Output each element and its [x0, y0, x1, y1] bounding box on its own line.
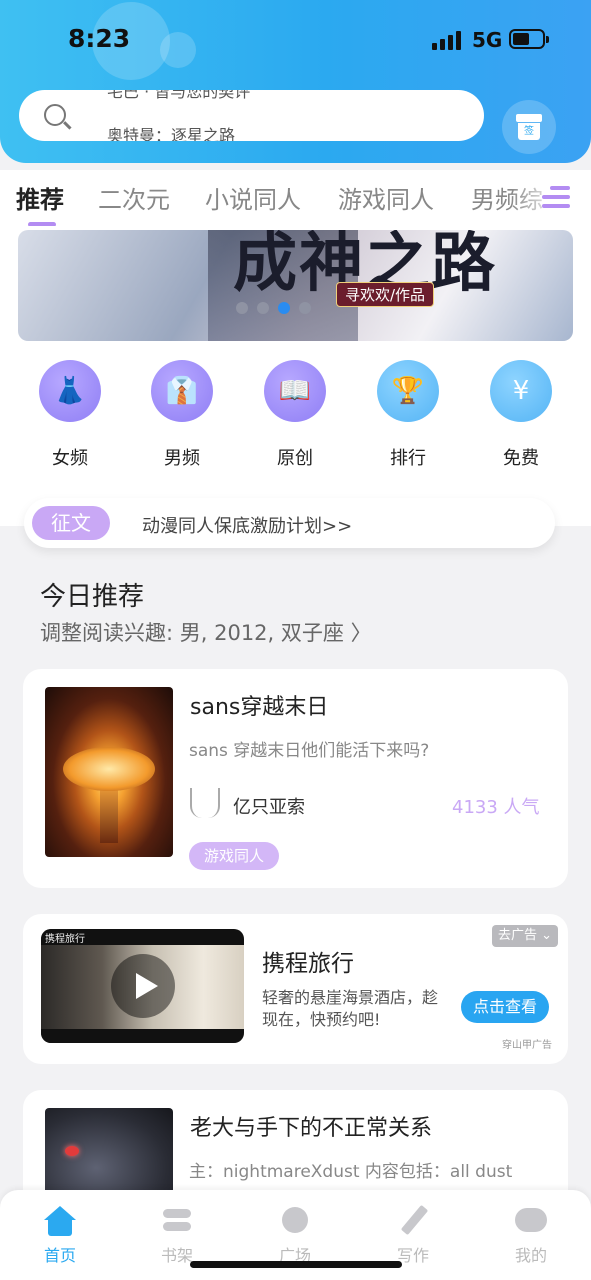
book-title: 老大与手下的不正常关系	[190, 1116, 433, 1141]
search-icon	[44, 104, 66, 126]
home-icon	[43, 1206, 77, 1236]
book-description: sans 穿越末日他们能活下来吗?	[189, 741, 430, 761]
book-title: sans穿越末日	[190, 695, 329, 720]
sign-in-gift-button[interactable]: 签	[502, 100, 556, 154]
notice-text: 动漫同人保底激励计划>>	[142, 516, 353, 537]
play-icon[interactable]	[111, 954, 175, 1018]
gift-label: 签	[518, 123, 540, 140]
signal-icon	[432, 30, 464, 50]
quick-nav-free[interactable]: ¥ 免费	[490, 360, 554, 470]
section-title: 今日推荐	[40, 582, 145, 612]
quick-nav-label: 排行	[390, 448, 426, 469]
ad-title: 携程旅行	[262, 951, 354, 977]
banner-author: 寻欢欢/作品	[336, 282, 435, 307]
ad-description: 轻奢的悬崖海景酒店，趁现在，快预约吧!	[262, 988, 439, 1029]
menu-icon[interactable]	[542, 186, 570, 210]
notice-tag: 征文	[32, 506, 110, 540]
search-bar[interactable]: 宅巴 · 皆与您的契评 奥特曼：逐星之路	[19, 90, 484, 141]
ad-cta-button[interactable]: 点击查看	[461, 991, 549, 1023]
tab-anime[interactable]: 二次元	[98, 180, 170, 215]
author-name: 亿只亚索	[233, 797, 305, 818]
quick-nav-label: 原创	[277, 448, 313, 469]
reading-interest-link[interactable]: 调整阅读兴趣: 男, 2012, 双子座 〉	[40, 617, 372, 647]
ad-brand: 携程旅行	[45, 934, 85, 945]
nav-home[interactable]: 首页	[30, 1206, 90, 1266]
genre-tag[interactable]: 游戏同人	[189, 842, 279, 870]
nav-bookshelf[interactable]: 书架	[147, 1206, 207, 1266]
chat-icon	[514, 1206, 548, 1236]
quick-nav-ranking[interactable]: 🏆 排行	[377, 360, 441, 470]
author-avatar	[190, 788, 220, 818]
nav-profile[interactable]: 我的	[501, 1206, 561, 1266]
tab-game-fanfic[interactable]: 游戏同人	[338, 180, 434, 215]
bookshelf-icon	[160, 1206, 194, 1236]
gift-icon: 签	[516, 110, 542, 140]
book-cover	[45, 687, 173, 857]
quick-nav-label: 男频	[164, 448, 200, 469]
search-suggestion: 宅巴 · 皆与您的契评	[107, 90, 251, 101]
nav-label: 首页	[43, 1246, 76, 1265]
carousel-dots	[236, 302, 316, 314]
notice-bar[interactable]: 征文 动漫同人保底激励计划>>	[24, 498, 555, 548]
status-time: 8:23	[68, 24, 131, 53]
quick-nav-male[interactable]: 👔 男频	[151, 360, 215, 470]
promo-banner[interactable]: 成神之路 寻欢欢/作品	[18, 230, 573, 341]
ad-video-thumbnail[interactable]: 携程旅行	[41, 929, 244, 1043]
search-suggestion: 奥特曼：逐星之路	[107, 126, 236, 141]
popularity-count: 4133 人气	[452, 797, 540, 818]
tab-novel-fanfic[interactable]: 小说同人	[205, 180, 301, 215]
trophy-icon: 🏆	[377, 360, 439, 422]
ad-source: 穿山甲广告	[502, 1040, 552, 1051]
category-tabs: 推荐 二次元 小说同人 游戏同人 男频综	[0, 170, 591, 227]
network-type: 5G	[472, 28, 503, 52]
quick-nav-original[interactable]: 📖 原创	[264, 360, 328, 470]
planet-icon	[278, 1206, 312, 1236]
remove-ad-button[interactable]: 去广告 ⌄	[492, 925, 558, 947]
yen-coin-icon: ¥	[490, 360, 552, 422]
book-description: 主：nightmareXdust 内容包括：all dust	[189, 1162, 513, 1182]
nav-label: 我的	[514, 1246, 547, 1265]
home-indicator	[190, 1261, 402, 1268]
nav-square[interactable]: 广场	[265, 1206, 325, 1266]
dress-icon: 👗	[39, 360, 101, 422]
book-icon: 📖	[264, 360, 326, 422]
quick-nav-label: 女频	[52, 448, 88, 469]
decor-bubble	[160, 32, 196, 68]
battery-icon	[509, 29, 549, 49]
tab-recommend[interactable]: 推荐	[16, 180, 64, 215]
header: 8:23 5G 宅巴 · 皆与您的契评 奥特曼：逐星之路 签	[0, 0, 591, 163]
pen-icon	[396, 1204, 430, 1236]
quick-nav-label: 免费	[503, 448, 539, 469]
quick-nav-female[interactable]: 👗 女频	[39, 360, 103, 470]
nav-write[interactable]: 写作	[383, 1204, 443, 1266]
shirt-icon: 👔	[151, 360, 213, 422]
